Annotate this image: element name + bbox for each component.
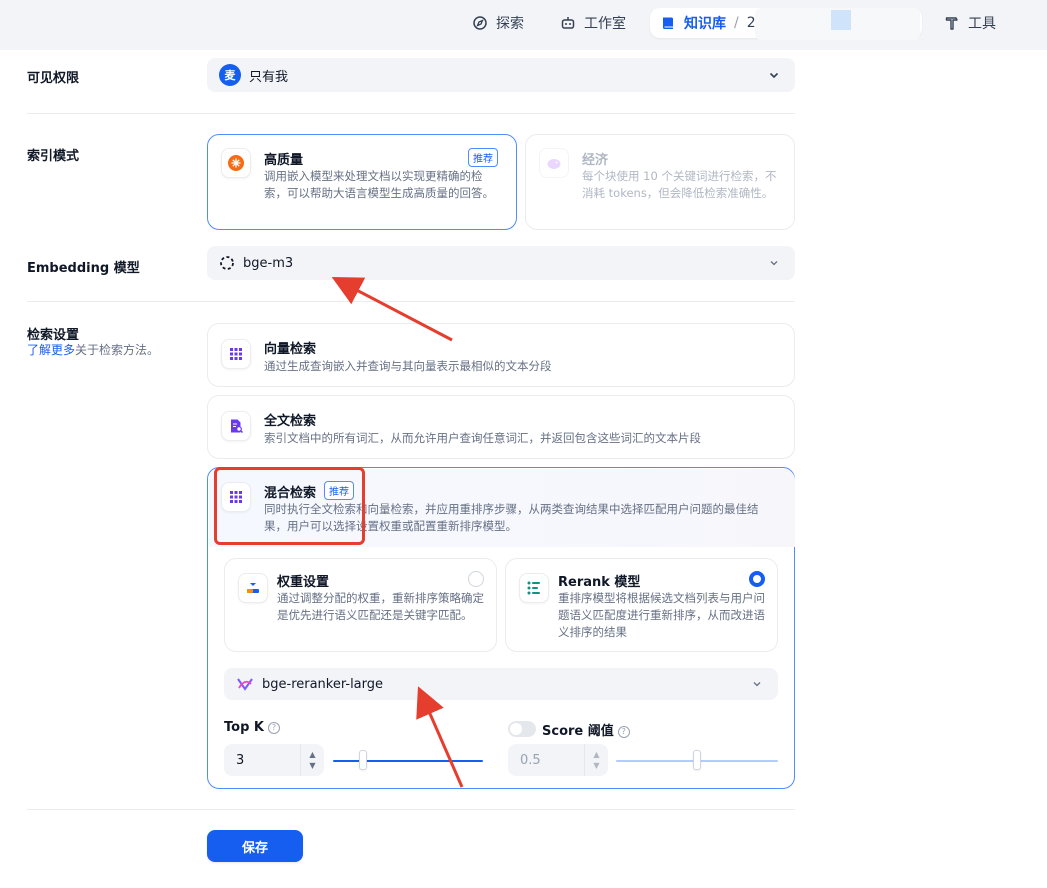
fulltext-search-title: 全文检索 (264, 414, 317, 429)
embedding-label: Embedding 模型 (27, 261, 140, 276)
compass-icon (473, 16, 487, 30)
vector-search-icon-box (221, 339, 251, 369)
recommended-badge: 推荐 (468, 148, 498, 167)
top-k-label: Top K? (224, 720, 280, 735)
embedding-model-value: bge-m3 (243, 255, 294, 271)
embedding-model-select[interactable]: bge-m3 (207, 246, 795, 280)
divider (27, 301, 795, 302)
learn-more-suffix: 关于检索方法。 (75, 343, 160, 357)
robot-icon (561, 17, 575, 29)
score-threshold-label: Score 阈值? (542, 720, 630, 739)
top-k-input[interactable]: 3 ▲ ▼ (224, 744, 324, 776)
nav-studio-label: 工作室 (584, 16, 626, 32)
book-icon (663, 17, 673, 29)
permissions-select[interactable]: 麦 只有我 (207, 58, 795, 92)
nav-knowledge-label: 知识库 (684, 16, 726, 32)
top-k-slider-thumb[interactable] (359, 750, 367, 770)
sparkle-icon (228, 155, 244, 171)
hammer-icon (945, 17, 958, 30)
model-provider-icon (220, 256, 234, 270)
retrieval-help: 了解更多关于检索方法。 (27, 341, 159, 358)
economy-title: 经济 (582, 153, 609, 168)
index-high-quality-card[interactable]: 高质量 推荐 调用嵌入模型来处理文档以实现更精确的检索，可以帮助大语言模型生成高… (207, 134, 517, 230)
sort-icon (527, 581, 540, 595)
help-icon[interactable]: ? (617, 725, 630, 738)
weight-settings-icon-box (238, 573, 268, 603)
rerank-model-title: Rerank 模型 (558, 575, 641, 590)
rerank-model-select[interactable]: bge-reranker-large (224, 668, 778, 700)
weight-settings-title: 权重设置 (277, 575, 330, 590)
score-threshold-label-text: Score 阈值 (542, 724, 614, 739)
score-stepper[interactable]: ▲ ▼ (584, 744, 608, 776)
annotation-highlight-box (214, 467, 365, 545)
high-quality-title: 高质量 (264, 153, 304, 168)
learn-more-link[interactable]: 了解更多 (27, 343, 75, 357)
model-provider-icon (237, 678, 253, 691)
weight-settings-radio[interactable] (468, 571, 484, 587)
economy-desc: 每个块使用 10 个关键词进行检索，不消耗 tokens，但会降低检索准确性。 (582, 169, 777, 200)
score-threshold-input[interactable]: 0.5 ▲ ▼ (508, 744, 608, 776)
rerank-model-desc: 重排序模型将根据候选文档列表与用户问题语义匹配度进行重新排序，从而改进语义排序的… (558, 591, 765, 639)
score-threshold-slider-thumb[interactable] (693, 750, 701, 770)
nav-explore-label: 探索 (496, 16, 524, 32)
stepper-down-icon[interactable]: ▼ (593, 760, 599, 771)
rerank-model-value: bge-reranker-large (262, 676, 384, 692)
economy-icon-box (539, 148, 569, 178)
chevron-down-icon (753, 682, 761, 687)
weight-settings-desc: 通过调整分配的权重，重新排序策略确定是优先进行语义匹配还是关键字匹配。 (277, 591, 484, 622)
nav-studio[interactable]: 工作室 (550, 8, 636, 38)
settings-panel: 可见权限 麦 只有我 索引模式 高质量 推荐 调用嵌入模型来处理文档以实现更精确… (0, 50, 1047, 888)
high-quality-desc: 调用嵌入模型来处理文档以实现更精确的检索，可以帮助大语言模型生成高质量的回答。 (264, 169, 494, 200)
divider (27, 809, 795, 810)
vector-search-title: 向量检索 (264, 342, 317, 357)
save-button[interactable]: 保存 (207, 830, 303, 862)
nav-tools-label: 工具 (968, 16, 996, 32)
stepper-up-icon[interactable]: ▲ (309, 749, 315, 760)
weight-settings-card[interactable]: 权重设置 通过调整分配的权重，重新排序策略确定是优先进行语义匹配还是关键字匹配。 (224, 558, 497, 652)
top-k-value: 3 (236, 752, 245, 768)
chevron-down-icon (770, 261, 778, 266)
top-navigation: 探索 工作室 知识库 / 2 工具 (0, 0, 1047, 50)
score-threshold-value: 0.5 (520, 752, 541, 768)
top-k-slider-track[interactable] (333, 760, 483, 762)
grid-dots-icon (230, 348, 242, 360)
rerank-icon-box (519, 573, 549, 603)
nav-explore[interactable]: 探索 (462, 8, 534, 38)
vector-search-desc: 通过生成查询嵌入并查询与其向量表示最相似的文本分段 (264, 359, 552, 373)
breadcrumb-separator: / (734, 15, 739, 31)
index-mode-label: 索引模式 (27, 149, 80, 164)
vector-search-card[interactable]: 向量检索 通过生成查询嵌入并查询与其向量表示最相似的文本分段 (207, 323, 795, 387)
index-economy-card[interactable]: 经济 每个块使用 10 个关键词进行检索，不消耗 tokens，但会降低检索准确… (525, 134, 795, 230)
avatar: 麦 (219, 64, 241, 86)
permissions-label: 可见权限 (27, 71, 80, 86)
permissions-value: 只有我 (249, 69, 289, 85)
piggy-bank-icon (547, 159, 561, 169)
fulltext-search-card[interactable]: 全文检索 索引文档中的所有词汇，从而允许用户查询任意词汇，并返回包含这些词汇的文… (207, 395, 795, 459)
rerank-model-card[interactable]: Rerank 模型 重排序模型将根据候选文档列表与用户问题语义匹配度进行重新排序… (505, 558, 778, 652)
top-k-stepper[interactable]: ▲ ▼ (300, 744, 324, 776)
stepper-up-icon[interactable]: ▲ (593, 749, 599, 760)
stepper-down-icon[interactable]: ▼ (309, 760, 315, 771)
nav-tools[interactable]: 工具 (934, 8, 1006, 38)
help-icon[interactable]: ? (267, 721, 280, 734)
document-search-icon (231, 419, 243, 433)
balance-icon (247, 583, 259, 593)
chevron-down-icon (769, 72, 779, 79)
top-k-label-text: Top K (224, 720, 264, 735)
redacted-mark (831, 10, 851, 30)
fulltext-search-desc: 索引文档中的所有词汇，从而允许用户查询任意词汇，并返回包含这些词汇的文本片段 (264, 431, 701, 445)
high-quality-icon-box (221, 148, 251, 178)
fulltext-search-icon-box (221, 411, 251, 441)
rerank-model-radio[interactable] (749, 571, 765, 587)
score-threshold-toggle[interactable] (508, 721, 536, 737)
divider (27, 113, 795, 114)
